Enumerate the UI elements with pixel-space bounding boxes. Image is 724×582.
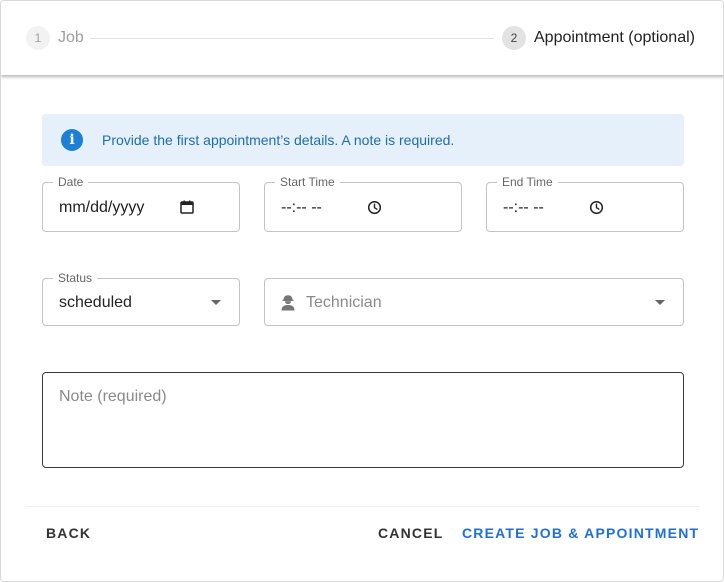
info-alert: i Provide the first appointment’s detail… bbox=[42, 114, 684, 166]
date-field[interactable]: Date mm/dd/yyyy bbox=[42, 175, 240, 232]
create-job-dialog: 1 Job 2 Appointment (optional) i Provide… bbox=[0, 0, 724, 582]
worker-icon bbox=[281, 295, 295, 311]
start-time-field[interactable]: Start Time --:-- -- bbox=[264, 175, 462, 232]
cancel-button[interactable]: Cancel bbox=[378, 522, 444, 544]
clock-icon[interactable] bbox=[367, 200, 382, 215]
technician-select[interactable]: Technician bbox=[264, 278, 684, 326]
start-time-input[interactable]: --:-- -- bbox=[281, 199, 322, 217]
note-textarea[interactable]: Note (required) bbox=[42, 372, 684, 468]
technician-placeholder: Technician bbox=[306, 294, 382, 311]
end-time-input[interactable]: --:-- -- bbox=[503, 199, 544, 217]
end-time-field[interactable]: End Time --:-- -- bbox=[486, 175, 684, 232]
note-placeholder: Note (required) bbox=[59, 388, 167, 405]
alert-message: Provide the first appointment’s details.… bbox=[102, 132, 455, 148]
calendar-icon[interactable] bbox=[180, 200, 194, 214]
step-number: 1 bbox=[26, 26, 50, 50]
clock-icon[interactable] bbox=[589, 200, 604, 215]
date-input[interactable]: mm/dd/yyyy bbox=[59, 199, 144, 217]
step-appointment[interactable]: 2 Appointment (optional) bbox=[502, 26, 695, 50]
status-select[interactable]: Status scheduled bbox=[42, 271, 240, 326]
step-label: Job bbox=[58, 29, 84, 46]
back-button[interactable]: Back bbox=[46, 522, 91, 544]
stepper: 1 Job 2 Appointment (optional) bbox=[1, 1, 723, 75]
end-time-label: End Time bbox=[497, 175, 558, 189]
step-label: Appointment (optional) bbox=[534, 29, 695, 46]
start-time-label: Start Time bbox=[275, 175, 340, 189]
step-job[interactable]: 1 Job bbox=[26, 26, 84, 50]
date-label: Date bbox=[53, 175, 89, 189]
chevron-down-icon bbox=[655, 300, 665, 305]
footer-divider bbox=[26, 506, 700, 507]
step-number: 2 bbox=[502, 26, 526, 50]
info-icon: i bbox=[61, 129, 83, 151]
chevron-down-icon bbox=[211, 300, 221, 305]
step-connector bbox=[90, 38, 494, 39]
create-job-appointment-button[interactable]: Create Job & Appointment bbox=[462, 522, 699, 544]
status-label: Status bbox=[53, 271, 98, 285]
status-value: scheduled bbox=[59, 294, 132, 311]
